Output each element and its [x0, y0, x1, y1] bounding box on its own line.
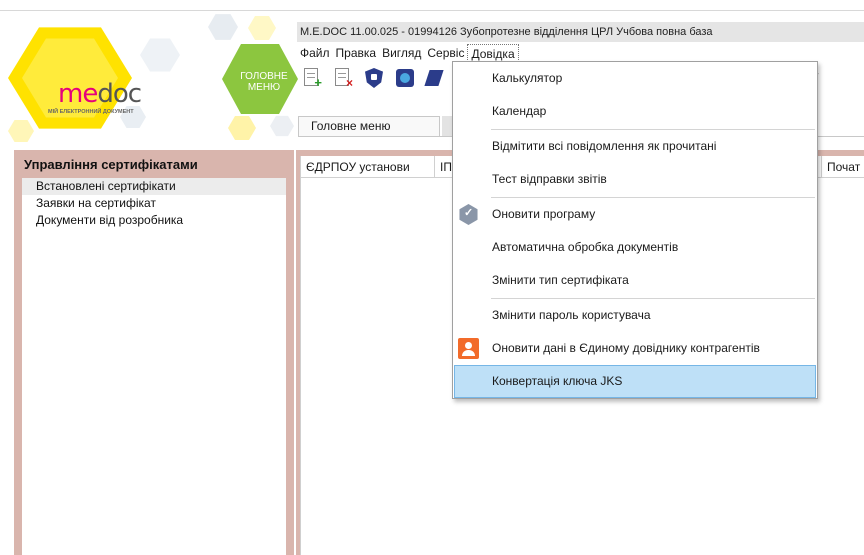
menu-item-label: Оновити дані в Єдиному довіднику контраг…	[492, 341, 760, 355]
menu-bar: Файл Правка Вигляд Сервіс Довідка	[297, 44, 519, 62]
decor-hexagon	[8, 119, 34, 143]
window-title: M.E.DOC 11.00.025 - 01994126 Зубопротезн…	[297, 22, 864, 42]
list-item-developer-documents[interactable]: Документи від розробника	[22, 212, 286, 229]
add-document-icon[interactable]: +	[300, 66, 324, 90]
menu-item-calculator[interactable]: Калькулятор	[454, 62, 816, 95]
update-shield-icon	[459, 204, 478, 225]
menu-item-convert-jks-key[interactable]: Конвертація ключа JKS	[454, 365, 816, 398]
service-dropdown-menu: Калькулятор Календар Відмітити всі повід…	[452, 61, 818, 399]
logo-wordmark: medoc	[58, 79, 142, 109]
column-header-start[interactable]: Почат	[821, 156, 864, 178]
menu-item-label: Календар	[492, 104, 547, 118]
logo-tagline: МІЙ ЕЛЕКТРОННИЙ ДОКУМЕНТ	[48, 109, 134, 115]
menu-file[interactable]: Файл	[297, 44, 333, 62]
shield-icon[interactable]	[362, 66, 386, 90]
menu-item-auto-processing[interactable]: Автоматична обробка документів	[454, 231, 816, 264]
menu-item-mark-all-read[interactable]: Відмітити всі повідомлення як прочитані	[454, 130, 816, 163]
menu-item-label: Змінити пароль користувача	[492, 308, 651, 322]
menu-item-change-password[interactable]: Змінити пароль користувача	[454, 299, 816, 332]
logo-doc: doc	[97, 79, 142, 109]
menu-item-change-certificate-type[interactable]: Змінити тип сертифіката	[454, 264, 816, 297]
toolbar: + ×	[300, 66, 448, 92]
menu-item-label: Оновити програму	[492, 207, 596, 221]
menu-service[interactable]: Сервіс	[424, 44, 467, 62]
panel-list: Встановлені сертифікати Заявки на сертиф…	[22, 178, 286, 555]
menu-item-label: Конвертація ключа JKS	[492, 374, 623, 388]
decor-hexagon	[248, 16, 276, 40]
certificate-icon[interactable]	[424, 66, 448, 90]
menu-item-label: Калькулятор	[492, 71, 563, 85]
menu-help[interactable]: Довідка	[467, 44, 519, 62]
list-item-installed-certificates[interactable]: Встановлені сертифікати	[22, 178, 286, 195]
panel-heading: Управління сертифікатами	[24, 157, 198, 172]
menu-view[interactable]: Вигляд	[379, 44, 424, 62]
menu-edit[interactable]: Правка	[333, 44, 380, 62]
delete-document-icon[interactable]: ×	[331, 66, 355, 90]
list-item-certificate-requests[interactable]: Заявки на сертифікат	[22, 195, 286, 212]
decor-hexagon	[140, 38, 180, 72]
column-header-edrpou[interactable]: ЄДРПОУ установи	[301, 156, 435, 178]
certificate-management-panel: Управління сертифікатами Встановлені сер…	[14, 150, 294, 555]
menu-item-update-contractors[interactable]: Оновити дані в Єдиному довіднику контраг…	[454, 332, 816, 365]
decor-hexagon	[228, 116, 256, 140]
menu-item-label: Відмітити всі повідомлення як прочитані	[492, 139, 717, 153]
main-menu-hexagon-label[interactable]: ГОЛОВНЕ МЕНЮ	[236, 71, 292, 93]
menu-item-update-program[interactable]: Оновити програму	[454, 198, 816, 231]
medoc-logo-area: medoc МІЙ ЕЛЕКТРОННИЙ ДОКУМЕНТ ГОЛОВНЕ М…	[0, 11, 298, 149]
logo-me: me	[58, 79, 98, 109]
menu-item-calendar[interactable]: Календар	[454, 95, 816, 128]
menu-item-label: Автоматична обробка документів	[492, 240, 679, 254]
contractors-directory-icon	[458, 338, 479, 359]
decor-hexagon	[208, 14, 238, 40]
settings-icon[interactable]	[393, 66, 417, 90]
decor-hexagon	[270, 115, 294, 137]
menu-item-label: Тест відправки звітів	[492, 172, 607, 186]
tab-main-menu[interactable]: Головне меню	[298, 116, 440, 136]
menu-item-label: Змінити тип сертифіката	[492, 273, 629, 287]
menu-item-test-report-sending[interactable]: Тест відправки звітів	[454, 163, 816, 196]
